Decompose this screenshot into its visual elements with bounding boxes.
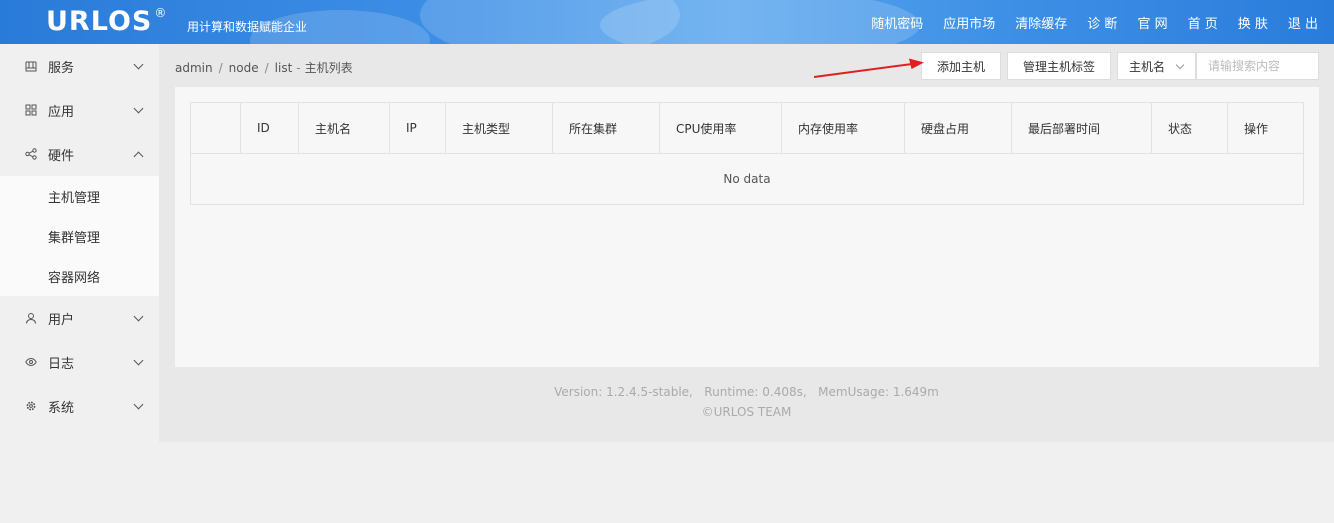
sidebar-item-service[interactable]: 服务: [0, 44, 159, 88]
breadcrumb-list: list: [274, 61, 293, 75]
add-host-button[interactable]: 添加主机: [921, 52, 1001, 80]
manage-host-tags-button[interactable]: 管理主机标签: [1007, 52, 1111, 80]
column-header-disk-usage: 硬盘占用: [905, 103, 1012, 153]
sidebar-item-label: 应用: [48, 104, 75, 120]
sidebar-item-label: 服务: [48, 60, 75, 76]
search-input[interactable]: [1196, 52, 1319, 80]
table-empty-state: No data: [723, 172, 771, 186]
top-header: URLOS ® 用计算和数据赋能企业 随机密码 应用市场 清除缓存 诊 断 官 …: [0, 0, 1334, 44]
sidebar-item-users[interactable]: 用户: [0, 296, 159, 340]
slogan: 用计算和数据赋能企业: [187, 20, 308, 34]
search-field-value: 主机名: [1129, 59, 1166, 74]
chevron-down-icon: [133, 103, 144, 114]
search-field-select[interactable]: 主机名: [1117, 52, 1196, 80]
share-nodes-icon: [25, 148, 37, 160]
nav-home[interactable]: 首 页: [1188, 13, 1218, 32]
column-header-status: 状态: [1152, 103, 1228, 153]
column-header-last-deploy-time: 最后部署时间: [1012, 103, 1152, 153]
sidebar: 服务 应用 硬件 主机管理 集群管理 容器网络 用户 日志 系统: [0, 44, 159, 523]
sidebar-subitem-cluster-management[interactable]: 集群管理: [0, 216, 159, 256]
sidebar-item-label: 系统: [48, 400, 75, 416]
sidebar-item-system[interactable]: 系统: [0, 384, 159, 428]
breadcrumb-separator: /: [264, 61, 269, 75]
eye-icon: [25, 356, 37, 368]
sidebar-item-hardware[interactable]: 硬件: [0, 132, 159, 176]
page-bottom-area: [159, 442, 1334, 523]
sidebar-item-logs[interactable]: 日志: [0, 340, 159, 384]
nav-logout[interactable]: 退 出: [1288, 13, 1318, 32]
chevron-down-icon: [133, 59, 144, 70]
sidebar-item-label: 用户: [48, 312, 75, 328]
breadcrumb-separator: /: [218, 61, 223, 75]
hardware-submenu: 主机管理 集群管理 容器网络: [0, 176, 159, 296]
chevron-up-icon: [133, 151, 144, 162]
apps-grid-icon: [25, 104, 37, 116]
chevron-down-icon: [133, 355, 144, 366]
column-header-id: ID: [241, 103, 299, 153]
sidebar-item-label: 硬件: [48, 148, 75, 164]
gear-icon: [25, 400, 37, 412]
logo-text: URLOS: [46, 6, 153, 37]
annotation-arrow-icon: [813, 58, 924, 78]
breadcrumb-dash: -: [296, 61, 301, 75]
host-list-panel: ID 主机名 IP 主机类型 所在集群 CPU使用率 内存使用率 硬盘占用 最后…: [175, 87, 1319, 367]
sidebar-item-label: 日志: [48, 356, 75, 372]
logo[interactable]: URLOS ®: [46, 6, 166, 38]
nav-app-market[interactable]: 应用市场: [943, 13, 995, 32]
top-nav: 随机密码 应用市场 清除缓存 诊 断 官 网 首 页 换 肤 退 出: [851, 0, 1318, 44]
sidebar-item-apps[interactable]: 应用: [0, 88, 159, 132]
chevron-down-icon: [133, 399, 144, 410]
footer-copyright: ©URLOS TEAM: [701, 405, 792, 419]
column-header-select: [191, 103, 241, 153]
nav-change-skin[interactable]: 换 肤: [1238, 13, 1268, 32]
page-title: 主机列表: [304, 61, 353, 75]
registered-mark: ®: [154, 6, 167, 20]
sidebar-subitem-container-network[interactable]: 容器网络: [0, 256, 159, 296]
footer: Version: 1.2.4.5-stable, Runtime: 0.408s…: [159, 382, 1334, 422]
column-header-cpu-usage: CPU使用率: [660, 103, 782, 153]
user-icon: [25, 312, 37, 324]
service-icon: [25, 60, 37, 72]
column-header-host-type: 主机类型: [446, 103, 553, 153]
nav-clear-cache[interactable]: 清除缓存: [1015, 13, 1067, 32]
column-header-memory-usage: 内存使用率: [782, 103, 905, 153]
nav-official-site[interactable]: 官 网: [1137, 13, 1167, 32]
breadcrumb-admin[interactable]: admin: [175, 61, 213, 75]
sidebar-subitem-host-management[interactable]: 主机管理: [0, 176, 159, 216]
column-header-actions: 操作: [1244, 121, 1269, 136]
chevron-down-icon: [1175, 60, 1185, 70]
footer-version: Version: 1.2.4.5-stable, Runtime: 0.408s…: [554, 385, 939, 399]
column-header-ip: IP: [390, 103, 446, 153]
chevron-down-icon: [133, 311, 144, 322]
breadcrumb-node[interactable]: node: [229, 61, 259, 75]
nav-random-password[interactable]: 随机密码: [871, 13, 923, 32]
nav-diagnose[interactable]: 诊 断: [1087, 13, 1117, 32]
breadcrumb: admin / node / list - 主机列表: [175, 59, 353, 76]
host-table: ID 主机名 IP 主机类型 所在集群 CPU使用率 内存使用率 硬盘占用 最后…: [190, 102, 1304, 205]
column-header-cluster: 所在集群: [553, 103, 660, 153]
column-header-hostname: 主机名: [299, 103, 390, 153]
table-header: ID 主机名 IP 主机类型 所在集群 CPU使用率 内存使用率 硬盘占用 最后…: [191, 103, 1303, 154]
